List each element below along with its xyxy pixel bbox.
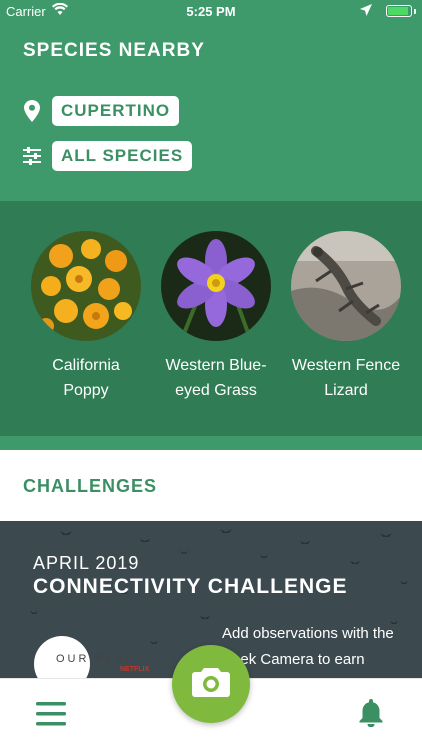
menu-icon[interactable] bbox=[36, 701, 66, 727]
species-band-edge bbox=[0, 436, 422, 450]
status-bar: Carrier 5:25 PM bbox=[0, 0, 422, 22]
page-title: SPECIES NEARBY bbox=[23, 40, 205, 61]
blue-eyed-grass-photo bbox=[161, 231, 271, 341]
species-filter-chip[interactable]: ALL SPECIES bbox=[52, 141, 193, 171]
partner-name: OUR PLANET bbox=[56, 653, 157, 665]
challenge-name: CONNECTIVITY CHALLENGE bbox=[33, 575, 348, 598]
fence-lizard-photo bbox=[291, 231, 401, 341]
species-filter-row[interactable]: ALL SPECIES bbox=[22, 141, 193, 171]
challenges-heading: CHALLENGES bbox=[23, 476, 158, 496]
partner-sub: NETFLIX bbox=[120, 666, 150, 673]
bell-icon[interactable] bbox=[356, 697, 386, 728]
species-name: Western Fence Lizard bbox=[291, 357, 401, 399]
camera-button[interactable] bbox=[172, 645, 250, 723]
battery-icon bbox=[386, 5, 412, 17]
location-filter-row[interactable]: CUPERTINO bbox=[22, 96, 180, 126]
species-card[interactable]: California Poppy bbox=[21, 231, 151, 403]
location-arrow-icon bbox=[360, 4, 372, 19]
species-carousel[interactable]: California Poppy Western Blue-eyed Grass bbox=[0, 201, 422, 436]
california-poppy-photo bbox=[31, 231, 141, 341]
species-card[interactable]: Western Fence Lizard bbox=[281, 231, 411, 403]
challenge-month: APRIL 2019 bbox=[33, 553, 140, 573]
location-chip[interactable]: CUPERTINO bbox=[52, 96, 180, 126]
species-card[interactable]: Western Blue-eyed Grass bbox=[151, 231, 281, 403]
location-pin-icon bbox=[22, 99, 42, 123]
header: SPECIES NEARBY CUPERTINO ALL SPECIES bbox=[0, 0, 422, 201]
camera-icon bbox=[191, 666, 231, 703]
status-time: 5:25 PM bbox=[186, 4, 236, 19]
sliders-icon bbox=[22, 144, 42, 168]
challenge-description: Add observations with the Seek Camera to… bbox=[222, 625, 394, 668]
species-name: Western Blue-eyed Grass bbox=[165, 357, 267, 399]
species-name: California Poppy bbox=[52, 357, 120, 399]
